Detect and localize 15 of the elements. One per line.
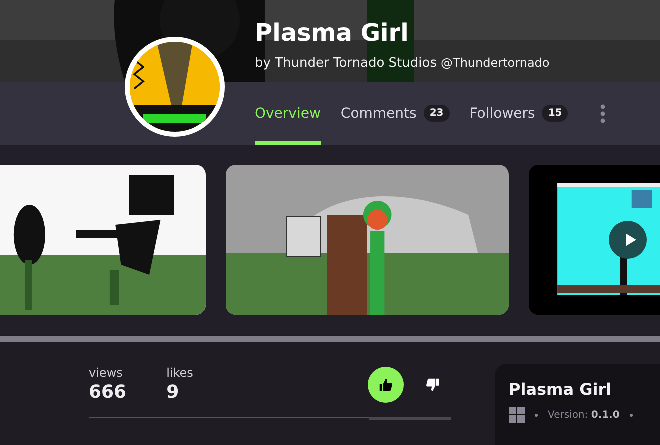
windows-icon — [509, 407, 525, 423]
thumbs-down-icon — [426, 378, 440, 392]
stat-value: 666 — [89, 382, 127, 403]
more-icon[interactable] — [600, 104, 606, 124]
stat-value: 9 — [166, 382, 180, 403]
tab[interactable]: Comments 23 — [340, 82, 450, 145]
count-badge: 23 — [424, 105, 450, 122]
stat-label: likes — [166, 366, 194, 380]
thumbs-up-icon — [379, 378, 393, 392]
info-title: Plasma Girl — [509, 380, 613, 399]
version-text: Version: 0.1.0 — [548, 410, 620, 420]
tab[interactable]: Followers 15 — [470, 82, 568, 145]
count-badge: 15 — [542, 105, 568, 122]
stat-label: views — [89, 366, 124, 380]
like-button[interactable] — [368, 366, 404, 402]
